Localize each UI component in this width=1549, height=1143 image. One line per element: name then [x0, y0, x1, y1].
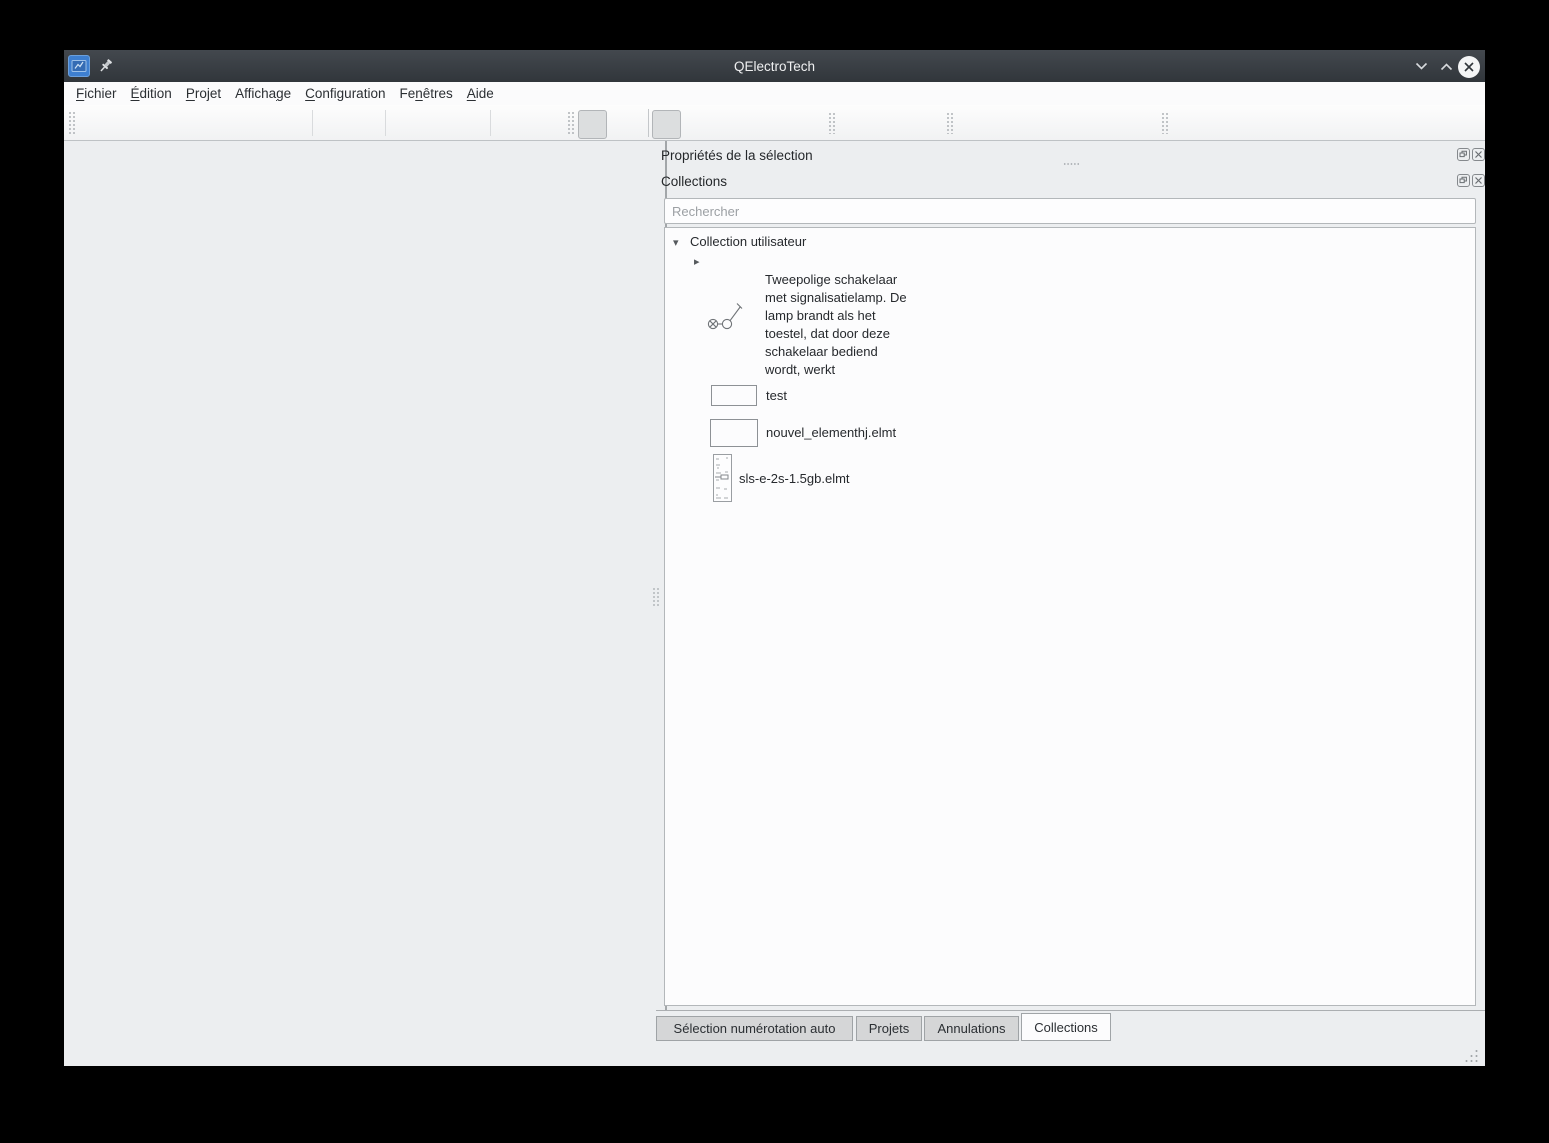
menu-label: Aide	[467, 86, 494, 101]
list-item[interactable]: Tweepolige schakelaar met signalisatiela…	[665, 268, 1065, 383]
chevron-up-icon	[1440, 61, 1453, 72]
menu-configuration[interactable]: Configuration	[298, 82, 392, 105]
list-item-label: sls-e-2s-1.5gb.elmt	[739, 471, 850, 487]
toolbar-separator	[385, 110, 386, 136]
menu-label: Édition	[131, 86, 172, 101]
window-title: QElectroTech	[64, 50, 1485, 82]
dock-splitter-handle[interactable]	[1063, 162, 1080, 167]
window-close-button[interactable]	[1458, 56, 1480, 78]
close-icon	[1463, 61, 1475, 73]
menu-projet[interactable]: Projet	[179, 82, 228, 105]
menu-label: Affichage	[235, 86, 291, 101]
dock-close-icon[interactable]	[1472, 148, 1485, 161]
splitter-handle[interactable]	[652, 587, 659, 607]
window-maximize-button[interactable]	[1437, 58, 1455, 74]
menu-label: Configuration	[305, 86, 385, 101]
resize-grip[interactable]	[1463, 1049, 1479, 1064]
chevron-down-icon	[1415, 61, 1428, 72]
list-item[interactable]: test	[665, 383, 1065, 411]
list-item-label: nouvel_elementhj.elmt	[766, 425, 896, 441]
toolbar-drag-handle[interactable]	[68, 111, 75, 135]
toolbar	[64, 105, 1485, 141]
search-input[interactable]	[664, 198, 1476, 224]
tab-annulations[interactable]: Annulations	[924, 1016, 1019, 1041]
menu-aide[interactable]: Aide	[460, 82, 501, 105]
menu-fichier[interactable]: Fichier	[69, 82, 124, 105]
window-minimize-button[interactable]	[1412, 58, 1430, 74]
dock-float-icon[interactable]	[1457, 174, 1470, 187]
titlebar[interactable]: QElectroTech	[64, 50, 1485, 82]
menu-edition[interactable]: Édition	[124, 82, 179, 105]
dock-float-icon[interactable]	[1457, 148, 1470, 161]
menu-affichage[interactable]: Affichage	[228, 82, 298, 105]
app-window: QElectroTech Fichier Édition Projet Affi…	[64, 50, 1485, 1066]
empty-element-icon	[710, 419, 758, 447]
tree-row-root[interactable]: ▾	[673, 233, 679, 251]
tab-projets[interactable]: Projets	[856, 1016, 922, 1041]
toolbar-drag-handle[interactable]	[828, 112, 835, 134]
toolbar-drag-handle[interactable]	[946, 112, 953, 134]
menu-label: Projet	[186, 86, 221, 101]
toolbar-drag-handle[interactable]	[567, 111, 574, 135]
toolbar-button-2[interactable]	[652, 110, 681, 139]
list-item-label: test	[766, 388, 787, 404]
tree-expanded-arrow-icon[interactable]: ▾	[673, 237, 679, 249]
toolbar-separator	[490, 110, 491, 136]
terminal-strip-element-icon	[713, 454, 732, 502]
dock-bottom-border	[656, 1010, 1485, 1011]
toolbar-separator	[648, 109, 649, 137]
toolbar-button-1[interactable]	[578, 110, 607, 139]
two-pole-switch-with-lamp-icon	[707, 300, 749, 336]
dock-collections-title: Collections	[661, 171, 727, 191]
dock-properties-title: Propriétés de la sélection	[661, 145, 813, 165]
list-item[interactable]: nouvel_elementhj.elmt	[665, 417, 1065, 449]
toolbar-drag-handle[interactable]	[1161, 112, 1168, 134]
menu-label: Fichier	[76, 86, 117, 101]
toolbar-separator	[312, 110, 313, 136]
menubar: Fichier Édition Projet Affichage Configu…	[64, 82, 1485, 105]
tab-selection-numerotation-auto[interactable]: Sélection numérotation auto	[656, 1016, 853, 1041]
collections-tree: ▾ Collection utilisateur ▸ Tweepolige sc…	[664, 227, 1476, 1006]
menu-fenetres[interactable]: Fenêtres	[392, 82, 459, 105]
menu-label: Fenêtres	[399, 86, 452, 101]
list-item-label: Tweepolige schakelaar met signalisatiela…	[765, 271, 907, 379]
dock-close-icon[interactable]	[1472, 174, 1485, 187]
tree-root-label[interactable]: Collection utilisateur	[690, 234, 806, 250]
list-item[interactable]: sls-e-2s-1.5gb.elmt	[665, 452, 1065, 504]
tree-collapsed-arrow-icon[interactable]: ▸	[694, 256, 700, 268]
tab-collections[interactable]: Collections	[1021, 1013, 1111, 1041]
empty-element-icon	[711, 385, 757, 406]
